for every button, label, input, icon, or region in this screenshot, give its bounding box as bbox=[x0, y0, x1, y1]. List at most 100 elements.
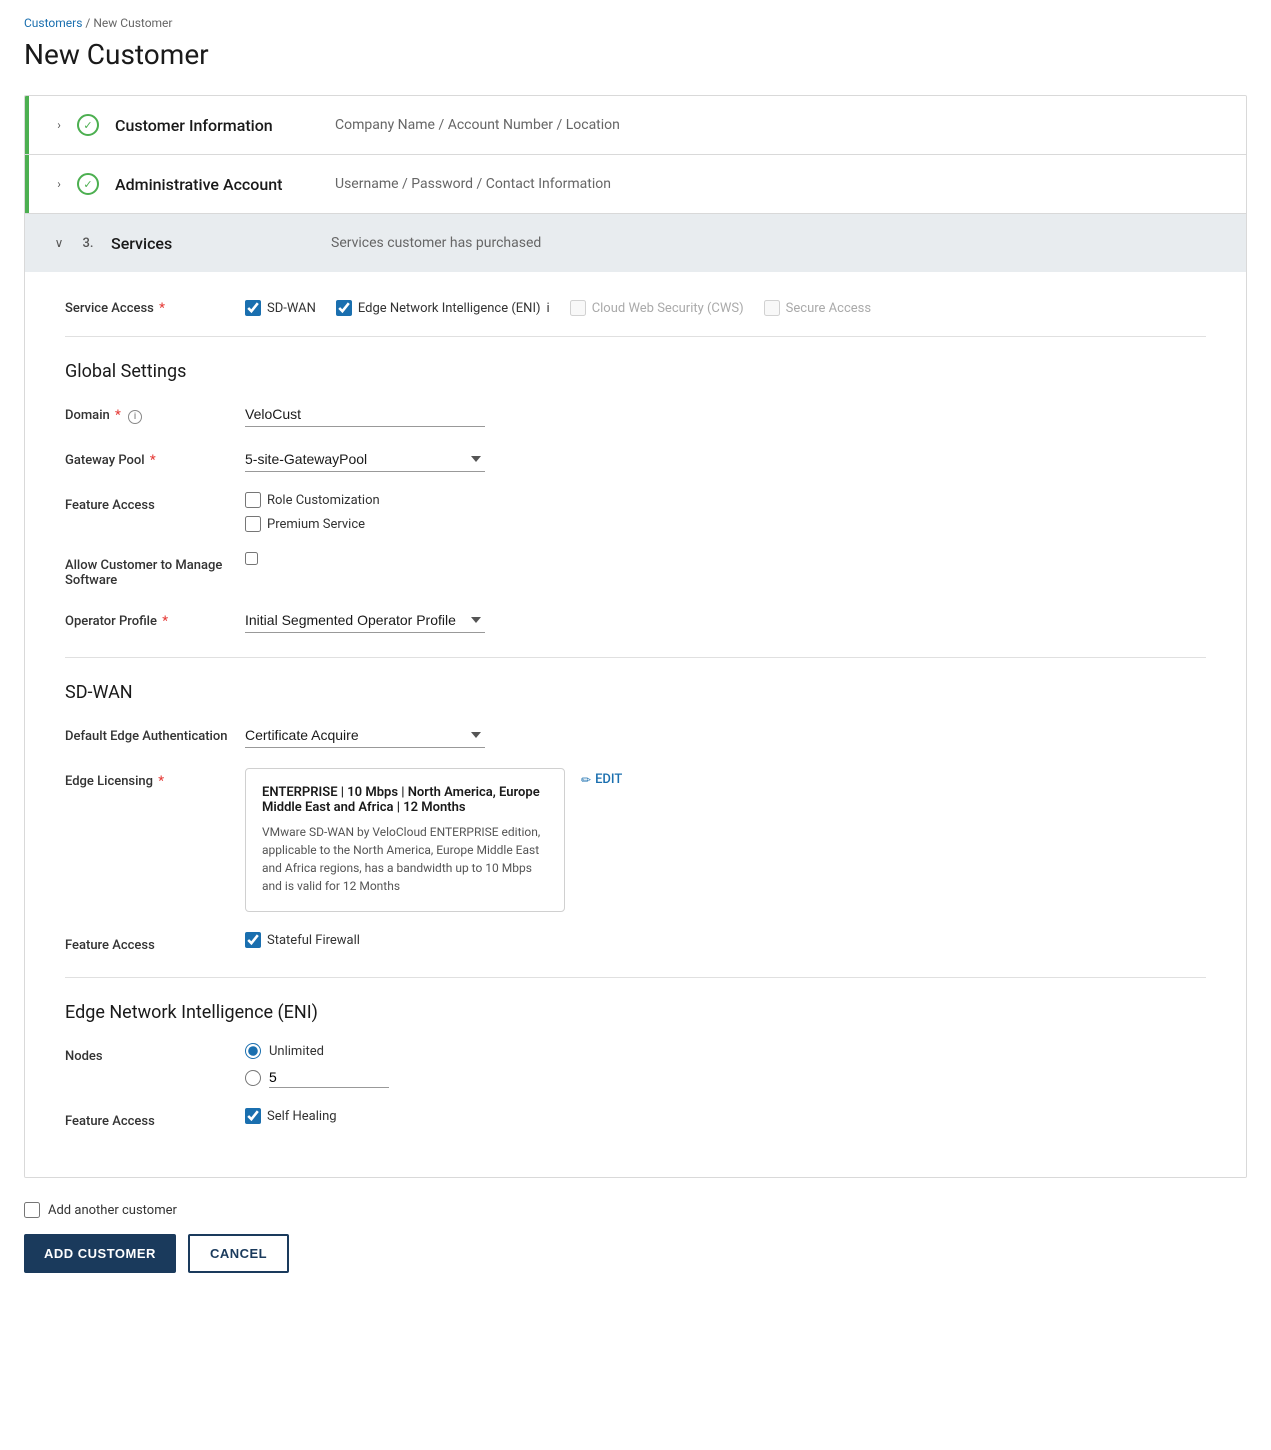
breadcrumb-parent-link[interactable]: Customers bbox=[24, 16, 82, 30]
service-access-row: Service Access * SD-WAN Edge Network Int… bbox=[65, 300, 1206, 337]
operator-profile-select[interactable]: Initial Segmented Operator Profile Defau… bbox=[245, 608, 485, 633]
service-access-sdwan[interactable]: SD-WAN bbox=[245, 300, 316, 316]
secure-checkbox[interactable] bbox=[764, 300, 780, 316]
operator-profile-wrap: Initial Segmented Operator Profile Defau… bbox=[245, 608, 1206, 633]
edge-auth-row: Default Edge Authentication Certificate … bbox=[65, 723, 1206, 748]
self-healing-checkbox[interactable] bbox=[245, 1108, 261, 1124]
licensing-box-title: ENTERPRISE | 10 Mbps | North America, Eu… bbox=[262, 785, 548, 815]
manage-software-wrap bbox=[245, 552, 1206, 569]
breadcrumb-separator: / bbox=[85, 16, 90, 30]
add-another-row: Add another customer bbox=[24, 1202, 1247, 1218]
cws-checkbox[interactable] bbox=[570, 300, 586, 316]
eni-feature-access-label: Feature Access bbox=[65, 1108, 245, 1129]
accordion-header-services[interactable]: ∨ 3. Services Services customer has purc… bbox=[25, 214, 1246, 272]
accordion-desc-services: Services customer has purchased bbox=[331, 235, 541, 251]
edge-licensing-label: Edge Licensing * bbox=[65, 768, 245, 789]
role-customization-checkbox[interactable] bbox=[245, 492, 261, 508]
add-customer-button[interactable]: ADD CUSTOMER bbox=[24, 1234, 176, 1273]
edge-auth-wrap: Certificate Acquire Certificate Generate… bbox=[245, 723, 1206, 748]
bottom-section: Add another customer ADD CUSTOMER CANCEL bbox=[24, 1202, 1247, 1273]
page-wrapper: Customers / New Customer New Customer › … bbox=[0, 0, 1271, 1313]
premium-service-checkbox[interactable] bbox=[245, 516, 261, 532]
sdwan-feature-access-label: Feature Access bbox=[65, 932, 245, 953]
edge-auth-label: Default Edge Authentication bbox=[65, 723, 245, 744]
chevron-icon-customer-info: › bbox=[49, 115, 69, 135]
edge-auth-select[interactable]: Certificate Acquire Certificate Generate… bbox=[245, 723, 485, 748]
manage-software-label: Allow Customer to Manage Software bbox=[65, 552, 245, 588]
accordion-body-services: Service Access * SD-WAN Edge Network Int… bbox=[25, 272, 1246, 1177]
check-icon-admin-account: ✓ bbox=[77, 173, 99, 195]
global-feature-access-row: Feature Access Role Customization Premiu… bbox=[65, 492, 1206, 532]
stateful-firewall-checkbox[interactable] bbox=[245, 932, 261, 948]
edge-licensing-row: Edge Licensing * ENTERPRISE | 10 Mbps | … bbox=[65, 768, 1206, 912]
breadcrumb: Customers / New Customer bbox=[24, 16, 1247, 30]
service-access-required: * bbox=[159, 301, 165, 316]
service-access-eni[interactable]: Edge Network Intelligence (ENI) i bbox=[336, 300, 550, 316]
licensing-box-desc: VMware SD-WAN by VeloCloud ENTERPRISE ed… bbox=[262, 823, 548, 895]
accordion-header-admin-account[interactable]: › ✓ Administrative Account Username / Pa… bbox=[25, 155, 1246, 213]
nodes-five-option[interactable] bbox=[245, 1067, 1206, 1088]
eni-feature-access-row: Feature Access Self Healing bbox=[65, 1108, 1206, 1129]
add-another-checkbox[interactable] bbox=[24, 1202, 40, 1218]
global-settings-heading: Global Settings bbox=[65, 361, 1206, 382]
eni-feature-access-wrap: Self Healing bbox=[245, 1108, 1206, 1124]
eni-heading: Edge Network Intelligence (ENI) bbox=[65, 1002, 1206, 1023]
accordion-label-services: Services bbox=[111, 234, 331, 253]
pencil-icon: ✏ bbox=[581, 773, 591, 787]
action-buttons: ADD CUSTOMER CANCEL bbox=[24, 1234, 1247, 1273]
nodes-five-radio[interactable] bbox=[245, 1070, 261, 1086]
accordion-label-admin-account: Administrative Account bbox=[115, 175, 335, 194]
divider-sdwan-eni bbox=[65, 977, 1206, 978]
edit-licensing-link[interactable]: ✏ EDIT bbox=[581, 768, 622, 787]
domain-label: Domain * i bbox=[65, 402, 245, 424]
accordion-desc-customer-info: Company Name / Account Number / Location bbox=[335, 117, 620, 133]
sdwan-checkbox[interactable] bbox=[245, 300, 261, 316]
eni-section: Edge Network Intelligence (ENI) Nodes Un… bbox=[65, 1002, 1206, 1129]
edge-licensing-wrap: ENTERPRISE | 10 Mbps | North America, Eu… bbox=[245, 768, 1206, 912]
operator-profile-label: Operator Profile * bbox=[65, 608, 245, 629]
licensing-box: ENTERPRISE | 10 Mbps | North America, Eu… bbox=[245, 768, 565, 912]
premium-service-option[interactable]: Premium Service bbox=[245, 516, 1206, 532]
manage-software-checkbox[interactable] bbox=[245, 552, 258, 565]
nodes-five-input[interactable] bbox=[269, 1067, 389, 1088]
add-another-label: Add another customer bbox=[48, 1203, 177, 1218]
nodes-unlimited-option[interactable]: Unlimited bbox=[245, 1043, 1206, 1059]
domain-field-wrap bbox=[245, 402, 1206, 427]
domain-info-icon[interactable]: i bbox=[128, 410, 142, 424]
global-feature-access-options: Role Customization Premium Service bbox=[245, 492, 1206, 532]
sdwan-feature-access-row: Feature Access Stateful Firewall bbox=[65, 932, 1206, 953]
gateway-pool-label: Gateway Pool * bbox=[65, 447, 245, 468]
accordion-desc-admin-account: Username / Password / Contact Informatio… bbox=[335, 176, 611, 192]
nodes-label: Nodes bbox=[65, 1043, 245, 1064]
accordion-number-services: 3. bbox=[77, 232, 99, 254]
accordion-item-admin-account: › ✓ Administrative Account Username / Pa… bbox=[25, 155, 1246, 214]
manage-software-row: Allow Customer to Manage Software bbox=[65, 552, 1206, 588]
self-healing-option[interactable]: Self Healing bbox=[245, 1108, 1206, 1124]
nodes-radio-group: Unlimited bbox=[245, 1043, 1206, 1088]
service-access-cws[interactable]: Cloud Web Security (CWS) bbox=[570, 300, 744, 316]
service-access-secure[interactable]: Secure Access bbox=[764, 300, 871, 316]
divider-global-sdwan bbox=[65, 657, 1206, 658]
gateway-pool-row: Gateway Pool * 5-site-GatewayPool 10-sit… bbox=[65, 447, 1206, 472]
accordion-item-services: ∨ 3. Services Services customer has purc… bbox=[25, 214, 1246, 1177]
accordion-label-customer-info: Customer Information bbox=[115, 116, 335, 135]
accordion-item-customer-info: › ✓ Customer Information Company Name / … bbox=[25, 96, 1246, 155]
gateway-pool-select[interactable]: 5-site-GatewayPool 10-site-GatewayPool bbox=[245, 447, 485, 472]
chevron-icon-services: ∨ bbox=[49, 233, 69, 253]
domain-row: Domain * i bbox=[65, 402, 1206, 427]
service-access-label: Service Access * bbox=[65, 301, 245, 316]
sdwan-feature-access-wrap: Stateful Firewall bbox=[245, 932, 1206, 948]
chevron-icon-admin-account: › bbox=[49, 174, 69, 194]
check-icon-customer-info: ✓ bbox=[77, 114, 99, 136]
accordion-header-customer-info[interactable]: › ✓ Customer Information Company Name / … bbox=[25, 96, 1246, 154]
stateful-firewall-option[interactable]: Stateful Firewall bbox=[245, 932, 1206, 948]
cancel-button[interactable]: CANCEL bbox=[188, 1234, 289, 1273]
eni-checkbox[interactable] bbox=[336, 300, 352, 316]
breadcrumb-current: New Customer bbox=[93, 16, 172, 30]
nodes-unlimited-radio[interactable] bbox=[245, 1043, 261, 1059]
sdwan-section: SD-WAN Default Edge Authentication Certi… bbox=[65, 682, 1206, 953]
operator-profile-row: Operator Profile * Initial Segmented Ope… bbox=[65, 608, 1206, 633]
eni-info-icon[interactable]: i bbox=[547, 301, 550, 316]
domain-input[interactable] bbox=[245, 402, 485, 427]
role-customization-option[interactable]: Role Customization bbox=[245, 492, 1206, 508]
